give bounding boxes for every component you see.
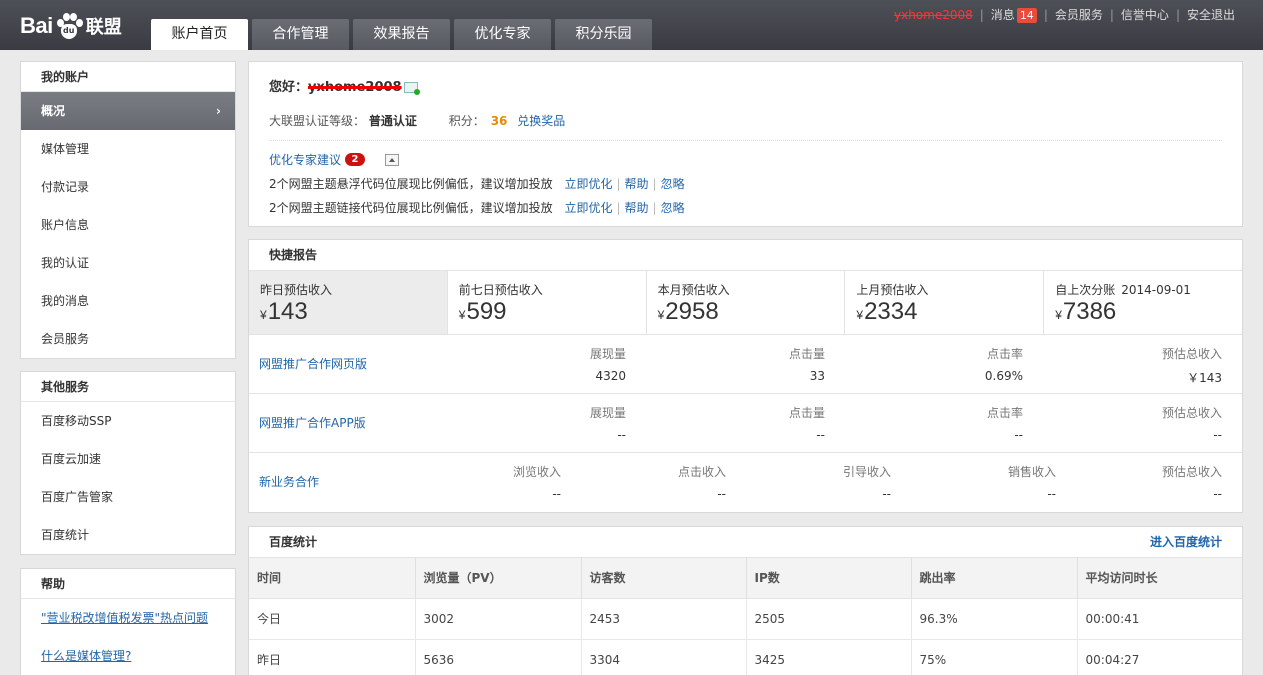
sidebar-item-overview[interactable]: 概况 › <box>21 92 235 130</box>
stat-value: 2958 <box>665 298 719 325</box>
optimize-now-link[interactable]: 立即优化 <box>564 201 612 215</box>
help-link-vat-invoice[interactable]: "营业税改增值税发票"热点问题 <box>21 599 235 637</box>
column-header: 浏览量（PV） <box>415 558 582 599</box>
collapse-icon[interactable] <box>385 153 400 166</box>
logo-text-lianmeng: 联盟 <box>85 17 122 38</box>
welcome-panel: 您好：yxhome2008 大联盟认证等级： 普通认证 积分： 36 兑换奖品 优… <box>248 61 1243 227</box>
product-row-web: 网盟推广合作网页版 展现量 4320 点击量 33 点击率 0.69% 预估总收入 ￥1… <box>249 335 1242 394</box>
stat-last-month[interactable]: 上月预估收入 ¥2334 <box>845 271 1045 334</box>
sidebar-my-account: 我的账户 概况 › 媒体管理 付款记录 账户信息 我的认证 我的消息 会员服务 <box>20 61 236 359</box>
product-row-app: 网盟推广合作APP版 展现量 -- 点击量 -- 点击率 -- 预估总收入 -- <box>249 394 1242 453</box>
baidu-stats-title: 百度统计 进入百度统计 <box>249 527 1242 558</box>
redeem-prizes-link[interactable]: 兑换奖品 <box>517 114 565 128</box>
stat-this-month[interactable]: 本月预估收入 ¥2958 <box>647 271 846 334</box>
sidebar-item-ad-manager[interactable]: 百度广告管家 <box>21 478 235 516</box>
sidebar-item-my-certification[interactable]: 我的认证 <box>21 244 235 282</box>
logo-text-du: du <box>63 26 75 35</box>
tab-reports[interactable]: 效果报告 <box>353 19 450 50</box>
ignore-link[interactable]: 忽略 <box>661 177 685 191</box>
certification-level: 普通认证 <box>368 114 417 128</box>
column-header: 时间 <box>249 558 416 599</box>
stat-value: 2334 <box>864 298 918 325</box>
help-link-media-management[interactable]: 什么是媒体管理? <box>21 637 235 675</box>
sidebar-help: 帮助 "营业税改增值税发票"热点问题 什么是媒体管理? <box>20 568 236 675</box>
divider <box>269 140 1222 141</box>
greeting: 您好：yxhome2008 <box>269 76 420 95</box>
sidebar-item-member-service[interactable]: 会员服务 <box>21 320 235 358</box>
stat-since-last-settlement[interactable]: 自上次分账 2014-09-01 ¥7386 <box>1044 271 1242 334</box>
verified-id-icon <box>403 82 420 95</box>
column-header: 访客数 <box>581 558 747 599</box>
baidu-stats-panel: 百度统计 进入百度统计 时间 浏览量（PV） 访客数 IP数 跳出率 平均访问时… <box>248 526 1243 675</box>
optimization-advice-link[interactable]: 优化专家建议 <box>269 151 341 168</box>
optimization-advice-header: 优化专家建议 2 <box>269 151 400 168</box>
sidebar-item-cloud-accel[interactable]: 百度云加速 <box>21 440 235 478</box>
tab-optimization-expert[interactable]: 优化专家 <box>454 19 551 50</box>
certification-line: 大联盟认证等级： 普通认证 积分： 36 兑换奖品 <box>269 114 566 128</box>
stat-value: 7386 <box>1062 298 1117 325</box>
sidebar-section-title: 我的账户 <box>21 62 235 92</box>
credit-center-link[interactable]: 信誉中心 <box>1121 6 1169 23</box>
member-service-link[interactable]: 会员服务 <box>1055 6 1103 23</box>
table-row: 今日 3002 2453 2505 96.3% 00:00:41 <box>249 598 1242 640</box>
main-tabs: 账户首页 合作管理 效果报告 优化专家 积分乐园 <box>151 19 656 50</box>
top-links: yxhome2008 | 消息 14 | 会员服务 | 信誉中心 | 安全退出 <box>893 6 1235 23</box>
table-row: 昨日 5636 3304 3425 75% 00:04:27 <box>249 639 1242 675</box>
tab-cooperation[interactable]: 合作管理 <box>252 19 349 50</box>
quick-report-panel: 快捷报告 昨日预估收入 ¥143 前七日预估收入 ¥599 本月预估收入 ¥29… <box>248 239 1243 513</box>
messages-link[interactable]: 消息 14 <box>991 6 1037 23</box>
tab-account-home[interactable]: 账户首页 <box>151 19 248 50</box>
stat-last-7-days[interactable]: 前七日预估收入 ¥599 <box>448 271 647 334</box>
column-header: 跳出率 <box>911 558 1078 599</box>
quick-report-title: 快捷报告 <box>249 240 1242 271</box>
sidebar-item-account-info[interactable]: 账户信息 <box>21 206 235 244</box>
sidebar-item-payment-records[interactable]: 付款记录 <box>21 168 235 206</box>
product-row-new-business: 新业务合作 浏览收入 -- 点击收入 -- 引导收入 -- 销售收入 -- 预估总收入 -… <box>259 465 1222 501</box>
ignore-link[interactable]: 忽略 <box>661 201 685 215</box>
top-bar: Bai du 联盟 账户首页 合作管理 效果报告 优化专家 积分乐园 yxhom… <box>0 0 1263 50</box>
product-link-web[interactable]: 网盟推广合作网页版 <box>259 355 367 372</box>
column-header: 平均访问时长 <box>1077 558 1242 599</box>
paw-icon: du <box>54 11 84 41</box>
baidu-stats-table: 时间 浏览量（PV） 访客数 IP数 跳出率 平均访问时长 今日 3002 24… <box>249 558 1242 675</box>
stat-yesterday[interactable]: 昨日预估收入 ¥143 <box>249 271 448 334</box>
stat-value: 599 <box>466 298 507 325</box>
advice-row: 2个网盟主题链接代码位展现比例偏低，建议增加投放 立即优化 | 帮助 | 忽略 <box>269 201 685 215</box>
column-header: IP数 <box>746 558 912 599</box>
optimize-now-link[interactable]: 立即优化 <box>564 177 612 191</box>
sidebar-item-media-management[interactable]: 媒体管理 <box>21 130 235 168</box>
sidebar-section-title: 帮助 <box>21 569 235 599</box>
messages-count-badge: 14 <box>1016 8 1037 23</box>
settlement-date: 2014-09-01 <box>1121 283 1191 297</box>
stat-value: 143 <box>267 298 308 325</box>
help-link[interactable]: 帮助 <box>625 201 649 215</box>
points-value: 36 <box>490 114 508 128</box>
product-link-new-business[interactable]: 新业务合作 <box>259 473 319 490</box>
tab-points-park[interactable]: 积分乐园 <box>555 19 652 50</box>
baidu-union-logo[interactable]: Bai du 联盟 <box>20 9 122 43</box>
product-link-app[interactable]: 网盟推广合作APP版 <box>259 414 366 431</box>
table-header-row: 时间 浏览量（PV） 访客数 IP数 跳出率 平均访问时长 <box>249 558 1242 599</box>
advice-count-badge: 2 <box>345 153 366 166</box>
advice-row: 2个网盟主题悬浮代码位展现比例偏低，建议增加投放 立即优化 | 帮助 | 忽略 <box>269 177 685 191</box>
chevron-right-icon: › <box>216 104 221 118</box>
logout-link[interactable]: 安全退出 <box>1187 6 1235 23</box>
sidebar-item-baidu-stats[interactable]: 百度统计 <box>21 516 235 554</box>
income-stats: 昨日预估收入 ¥143 前七日预估收入 ¥599 本月预估收入 ¥2958 上月… <box>249 271 1242 335</box>
sidebar-item-my-messages[interactable]: 我的消息 <box>21 282 235 320</box>
greeting-username: yxhome2008 <box>308 80 402 95</box>
enter-baidu-stats-link[interactable]: 进入百度统计 <box>1150 527 1222 558</box>
sidebar-item-mobile-ssp[interactable]: 百度移动SSP <box>21 402 235 440</box>
top-username[interactable]: yxhome2008 <box>894 8 973 22</box>
logo-text-bai: Bai <box>20 13 53 38</box>
help-link[interactable]: 帮助 <box>625 177 649 191</box>
sidebar-other-services: 其他服务 百度移动SSP 百度云加速 百度广告管家 百度统计 <box>20 371 236 555</box>
sidebar-section-title: 其他服务 <box>21 372 235 402</box>
